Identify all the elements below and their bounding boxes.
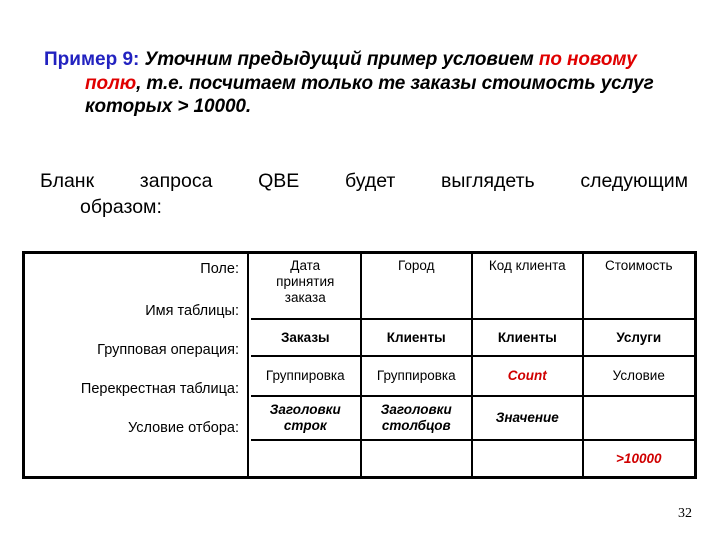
table-row: Группировка Группировка Count Условие — [251, 357, 694, 397]
table-row: Заголовки строк Заголовки столбцов Значе… — [251, 397, 694, 441]
qbe-cell-crosstab-2-line-2: столбцов — [381, 418, 451, 433]
qbe-cell-groupop-2[interactable]: Группировка — [362, 357, 474, 395]
qbe-intro-paragraph: Бланк запроса QBE будет выглядеть следую… — [40, 168, 688, 220]
page-number: 32 — [678, 506, 692, 521]
qbe-label-crosstab: Перекрестная таблица: — [80, 381, 239, 397]
qbe-cell-criteria-3[interactable] — [473, 441, 584, 476]
qbe-cell-criteria-4[interactable]: >10000 — [584, 441, 694, 476]
qbe-cell-crosstab-1-line-1: Заголовки — [269, 401, 341, 417]
qbe-cell-tablename-1[interactable]: Заказы — [251, 320, 362, 355]
qbe-cell-tablename-4[interactable]: Услуги — [584, 320, 694, 355]
qbe-cell-crosstab-1[interactable]: Заголовки строк — [251, 397, 362, 439]
qbe-cell-tablename-3[interactable]: Клиенты — [473, 320, 584, 355]
qbe-cell-groupop-3[interactable]: Count — [473, 357, 584, 395]
qbe-intro-line-1: Бланк запроса QBE будет выглядеть следую… — [40, 170, 688, 192]
example-text-run-1: Уточним предыдущий пример условием — [139, 49, 539, 70]
qbe-cell-field-1-line-3: заказа — [284, 290, 326, 305]
qbe-cell-groupop-4[interactable]: Условие — [584, 357, 694, 395]
qbe-cell-criteria-1[interactable] — [251, 441, 362, 476]
qbe-cell-criteria-2[interactable] — [362, 441, 474, 476]
qbe-cell-crosstab-2[interactable]: Заголовки столбцов — [362, 397, 474, 439]
example-paragraph: Пример 9: Уточним предыдущий пример усло… — [44, 48, 684, 119]
qbe-label-group-op: Групповая операция: — [97, 342, 239, 358]
qbe-query-grid: Поле: Имя таблицы: Групповая операция: П… — [22, 251, 697, 479]
qbe-label-criteria: Условие отбора: — [128, 420, 239, 436]
qbe-label-field: Поле: — [200, 261, 239, 277]
qbe-grid-pane: Дата принятия заказа Город Код клиента С… — [251, 254, 694, 476]
table-row: Дата принятия заказа Город Код клиента С… — [251, 254, 694, 320]
qbe-cell-field-1-line-1: Дата — [290, 258, 321, 273]
table-row: >10000 — [251, 441, 694, 476]
example-label: Пример 9: — [44, 49, 140, 70]
qbe-cell-field-1[interactable]: Дата принятия заказа — [251, 254, 362, 318]
example-text-run-2: , т.е. посчитаем только те заказы стоимо… — [85, 72, 654, 118]
qbe-cell-field-3-line-1: Код клиента — [488, 258, 566, 273]
qbe-cell-crosstab-2-line-1: Заголовки — [380, 401, 452, 417]
qbe-cell-tablename-2[interactable]: Клиенты — [362, 320, 474, 355]
qbe-cell-crosstab-4[interactable] — [584, 397, 694, 439]
qbe-cell-crosstab-1-line-2: строк — [283, 418, 327, 433]
qbe-cell-groupop-1[interactable]: Группировка — [251, 357, 362, 395]
qbe-row-label-pane: Поле: Имя таблицы: Групповая операция: П… — [25, 254, 249, 476]
qbe-cell-field-1-line-2: принятия — [276, 274, 335, 289]
qbe-label-table-name: Имя таблицы: — [145, 303, 239, 319]
qbe-cell-field-2[interactable]: Город — [362, 254, 474, 318]
qbe-cell-field-3[interactable]: Код клиента — [473, 254, 584, 318]
qbe-intro-line-2: образом: — [80, 196, 162, 218]
table-row: Заказы Клиенты Клиенты Услуги — [251, 320, 694, 357]
slide-canvas: Пример 9: Уточним предыдущий пример усло… — [0, 0, 720, 540]
qbe-cell-field-2-line-1: Город — [398, 258, 435, 273]
qbe-cell-crosstab-3-line-1: Значение — [495, 409, 559, 425]
qbe-cell-field-4[interactable]: Стоимость — [584, 254, 694, 318]
qbe-cell-field-4-line-1: Стоимость — [604, 258, 673, 273]
qbe-cell-crosstab-3[interactable]: Значение — [473, 397, 584, 439]
